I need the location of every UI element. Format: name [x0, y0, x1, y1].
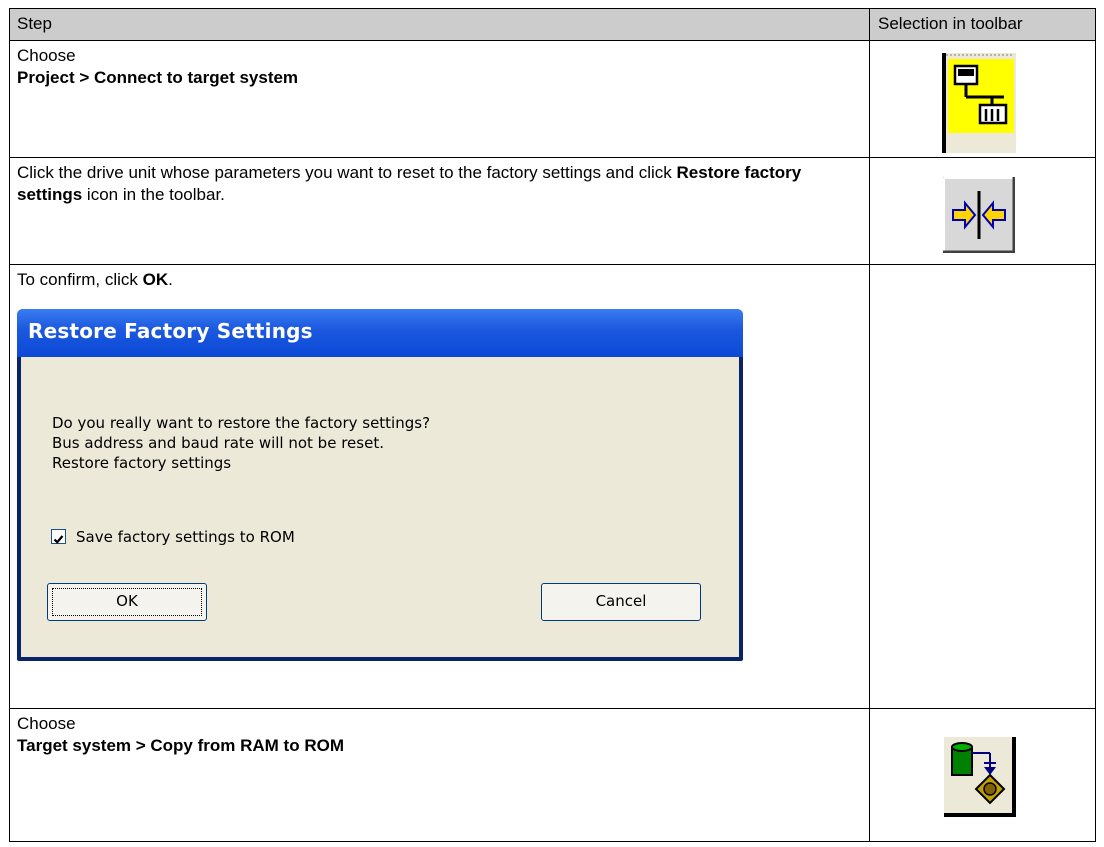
- dialog-message-line: Do you really want to restore the factor…: [52, 414, 431, 432]
- checkmark-icon: [53, 535, 64, 544]
- save-to-rom-label: Save factory settings to ROM: [76, 528, 295, 546]
- table-row: Choose Project > Connect to target syste…: [10, 41, 1095, 158]
- table-row: To confirm, click OK. Restore Factory Se…: [10, 265, 1095, 709]
- step-text: Click the drive unit whose parameters yo…: [17, 163, 677, 182]
- ok-focus-rect: [52, 588, 202, 616]
- restore-factory-settings-icon[interactable]: [943, 177, 1015, 253]
- toolbar-cell: [870, 158, 1095, 264]
- toolbar-cell: [870, 709, 1095, 841]
- step-text: To confirm, click: [17, 270, 143, 289]
- toolbar-cell: [870, 41, 1095, 157]
- dialog-title: Restore Factory Settings: [28, 319, 313, 343]
- copy-ram-to-rom-icon[interactable]: [944, 737, 1016, 817]
- ok-button[interactable]: OK: [47, 583, 207, 621]
- save-to-rom-checkbox[interactable]: [51, 529, 66, 544]
- instruction-table: Step Selection in toolbar Choose Project…: [9, 8, 1096, 842]
- dialog-title-bar: Restore Factory Settings: [17, 309, 743, 357]
- dialog-body: Do you really want to restore the factor…: [21, 357, 739, 657]
- step-suffix: icon in the toolbar.: [82, 185, 225, 204]
- connect-to-target-system-icon[interactable]: [942, 53, 1016, 153]
- cancel-button-label: Cancel: [595, 592, 647, 610]
- table-header-row: Step Selection in toolbar: [10, 9, 1095, 41]
- step-prefix: Choose: [17, 46, 76, 65]
- toolbar-cell-empty: [870, 265, 1095, 708]
- step-cell: To confirm, click OK. Restore Factory Se…: [10, 265, 870, 708]
- restore-factory-settings-dialog: Restore Factory Settings Do you really w…: [17, 309, 743, 661]
- table-row: Click the drive unit whose parameters yo…: [10, 158, 1095, 265]
- step-suffix: .: [168, 270, 173, 289]
- step-bold: OK: [142, 270, 169, 289]
- step-prefix: Choose: [17, 714, 76, 733]
- dialog-message-line: Restore factory settings: [52, 454, 232, 472]
- step-cell: Choose Project > Connect to target syste…: [10, 41, 870, 157]
- step-cell: Choose Target system > Copy from RAM to …: [10, 709, 870, 841]
- header-step: Step: [10, 9, 870, 40]
- step-cell: Click the drive unit whose parameters yo…: [10, 158, 870, 264]
- table-row: Choose Target system > Copy from RAM to …: [10, 709, 1095, 841]
- dialog-message-line: Bus address and baud rate will not be re…: [52, 434, 384, 452]
- step-menu-path: Project > Connect to target system: [17, 68, 299, 87]
- cancel-button[interactable]: Cancel: [541, 583, 701, 621]
- header-toolbar: Selection in toolbar: [878, 14, 1023, 33]
- step-menu-path: Target system > Copy from RAM to ROM: [17, 736, 344, 755]
